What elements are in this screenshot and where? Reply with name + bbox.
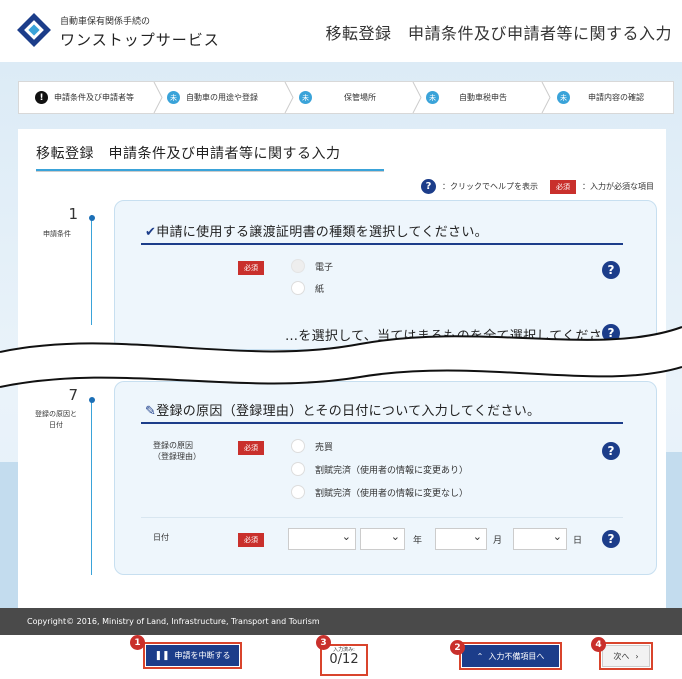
step-label: 申請条件及び申請者等 xyxy=(54,93,134,102)
reason-label: 登録の原因 （登録理由） xyxy=(153,441,201,461)
radio-button[interactable] xyxy=(291,439,305,453)
option-label: 売買 xyxy=(315,442,334,453)
radio-installment-changed[interactable]: 割賦完済（使用者の情報に変更あり） xyxy=(291,462,468,476)
year-select[interactable] xyxy=(360,528,405,550)
radio-sale[interactable]: 売買 xyxy=(291,439,333,453)
section-label: 登録の原因と日付 xyxy=(35,410,77,429)
button-label: 入力不備項目へ xyxy=(488,651,545,661)
timeline-line xyxy=(91,215,92,325)
divider xyxy=(36,171,384,172)
button-label: 次へ xyxy=(613,651,630,661)
button-label: 申請を中断する xyxy=(174,651,231,660)
step-item-tax[interactable]: 未 自動車税申告 xyxy=(426,82,552,113)
required-badge: 必須 xyxy=(238,441,264,455)
pending-icon: 未 xyxy=(299,91,312,104)
section-label: 申請条件 xyxy=(43,230,71,238)
timeline-dot xyxy=(89,215,95,221)
logo-icon xyxy=(17,13,51,47)
year-unit: 年 xyxy=(413,536,423,546)
radio-installment-unchanged[interactable]: 割賦完済（使用者の情報に変更なし） xyxy=(291,485,468,499)
check-icon: ✔ xyxy=(145,225,157,240)
callout-marker: 4 xyxy=(591,637,606,652)
section-number: 1 xyxy=(68,205,78,223)
divider xyxy=(141,517,623,518)
progress-value: 0/12 xyxy=(329,652,359,667)
legend: ? ：クリックでヘルプを表示 必須 ：入力が必須な項目 xyxy=(421,179,654,194)
help-icon: ? xyxy=(421,179,436,194)
pending-icon: 未 xyxy=(167,91,180,104)
required-badge: 必須 xyxy=(238,261,264,275)
logo-subtitle: 自動車保有関係手続の xyxy=(60,17,151,27)
radio-electronic[interactable]: 電子 xyxy=(291,259,333,273)
divider xyxy=(36,169,384,171)
option-label: 割賦完済（使用者の情報に変更あり） xyxy=(315,465,469,476)
era-select[interactable] xyxy=(288,528,356,550)
suspend-button[interactable]: ❚❚ 申請を中断する xyxy=(143,642,242,669)
divider xyxy=(141,422,623,424)
callout-marker: 1 xyxy=(130,635,145,650)
help-icon[interactable]: ? xyxy=(602,442,620,460)
question-heading: ✎登録の原因（登録理由）とその日付について入力してください。 xyxy=(145,400,540,419)
question-heading: ✔申請に使用する譲渡証明書の種類を選択してください。 xyxy=(145,221,488,240)
step-item-usage[interactable]: 未 自動車の用途や登録 xyxy=(167,82,293,113)
timeline-line xyxy=(91,399,92,575)
pause-icon: ❚❚ xyxy=(154,650,170,661)
chevron-right-icon xyxy=(153,82,163,113)
help-icon[interactable]: ? xyxy=(602,261,620,279)
required-badge: 必須 xyxy=(550,179,576,194)
jump-to-missing-button[interactable]: ⌃ 入力不備項目へ xyxy=(459,642,562,670)
question-text: 登録の原因（登録理由）とその日付について入力してください。 xyxy=(156,404,541,419)
step-label: 申請内容の確認 xyxy=(588,93,644,102)
logo-text: 自動車保有関係手続の ワンストップサービス xyxy=(60,14,220,50)
divider xyxy=(141,243,623,245)
step-item-confirm[interactable]: 未 申請内容の確認 xyxy=(557,82,673,113)
bottom-action-bar: ❚❚ 申請を中断する 1 入力済み: 0/12 3 ⌃ 入力不備項目へ 2 次へ… xyxy=(0,635,682,679)
progress-steps: ! 申請条件及び申請者等 未 自動車の用途や登録 未 保管場所 未 自動車税申告… xyxy=(18,81,674,114)
step-item-parking[interactable]: 未 保管場所 xyxy=(299,82,425,113)
site-header: 自動車保有関係手続の ワンストップサービス 移転登録 申請条件及び申請者等に関す… xyxy=(0,0,682,62)
chevron-right-icon xyxy=(284,82,294,113)
month-select[interactable] xyxy=(435,528,487,550)
chevron-right-icon: › xyxy=(635,651,639,661)
radio-button[interactable] xyxy=(291,259,305,273)
question-text: 申請に使用する譲渡証明書の種類を選択してください。 xyxy=(156,225,488,240)
progress-counter: 入力済み: 0/12 xyxy=(320,644,368,676)
radio-paper[interactable]: 紙 xyxy=(291,281,324,295)
day-select[interactable] xyxy=(513,528,567,550)
month-unit: 月 xyxy=(493,536,503,546)
section-card-7: ✎登録の原因（登録理由）とその日付について入力してください。 登録の原因 （登録… xyxy=(114,381,657,575)
required-badge: 必須 xyxy=(238,533,264,547)
help-legend-text: ：クリックでヘルプを表示 xyxy=(442,182,538,191)
day-unit: 日 xyxy=(573,536,583,546)
next-button[interactable]: 次へ › xyxy=(599,642,653,670)
page-title: 移転登録 申請条件及び申請者等に関する入力 xyxy=(325,24,672,43)
footer: Copyright© 2016, Ministry of Land, Infra… xyxy=(0,608,682,635)
logo-title: ワンストップサービス xyxy=(60,31,220,49)
step-label: 自動車税申告 xyxy=(459,93,507,102)
alert-icon: ! xyxy=(35,91,48,104)
pending-icon: 未 xyxy=(426,91,439,104)
pending-icon: 未 xyxy=(557,91,570,104)
date-label: 日付 xyxy=(153,533,169,542)
chevron-right-icon xyxy=(541,82,551,113)
option-label: 割賦完済（使用者の情報に変更なし） xyxy=(315,488,469,499)
timeline-dot xyxy=(89,397,95,403)
callout-marker: 2 xyxy=(450,640,465,655)
chevron-up-icon: ⌃ xyxy=(476,651,484,661)
required-legend-text: ：入力が必須な項目 xyxy=(582,182,654,191)
radio-button[interactable] xyxy=(291,462,305,476)
help-icon[interactable]: ? xyxy=(602,530,620,548)
step-label: 自動車の用途や登録 xyxy=(186,93,258,102)
radio-button[interactable] xyxy=(291,485,305,499)
step-item-conditions[interactable]: ! 申請条件及び申請者等 xyxy=(35,82,161,113)
section-heading: 移転登録 申請条件及び申請者等に関する入力 xyxy=(36,146,341,162)
chevron-right-icon xyxy=(412,82,422,113)
callout-marker: 3 xyxy=(316,635,331,650)
radio-button[interactable] xyxy=(291,281,305,295)
content-break-wave xyxy=(0,326,682,388)
step-label: 保管場所 xyxy=(344,93,376,102)
option-label: 電子 xyxy=(315,262,334,273)
edit-icon: ✎ xyxy=(145,404,157,419)
option-label: 紙 xyxy=(315,284,325,295)
